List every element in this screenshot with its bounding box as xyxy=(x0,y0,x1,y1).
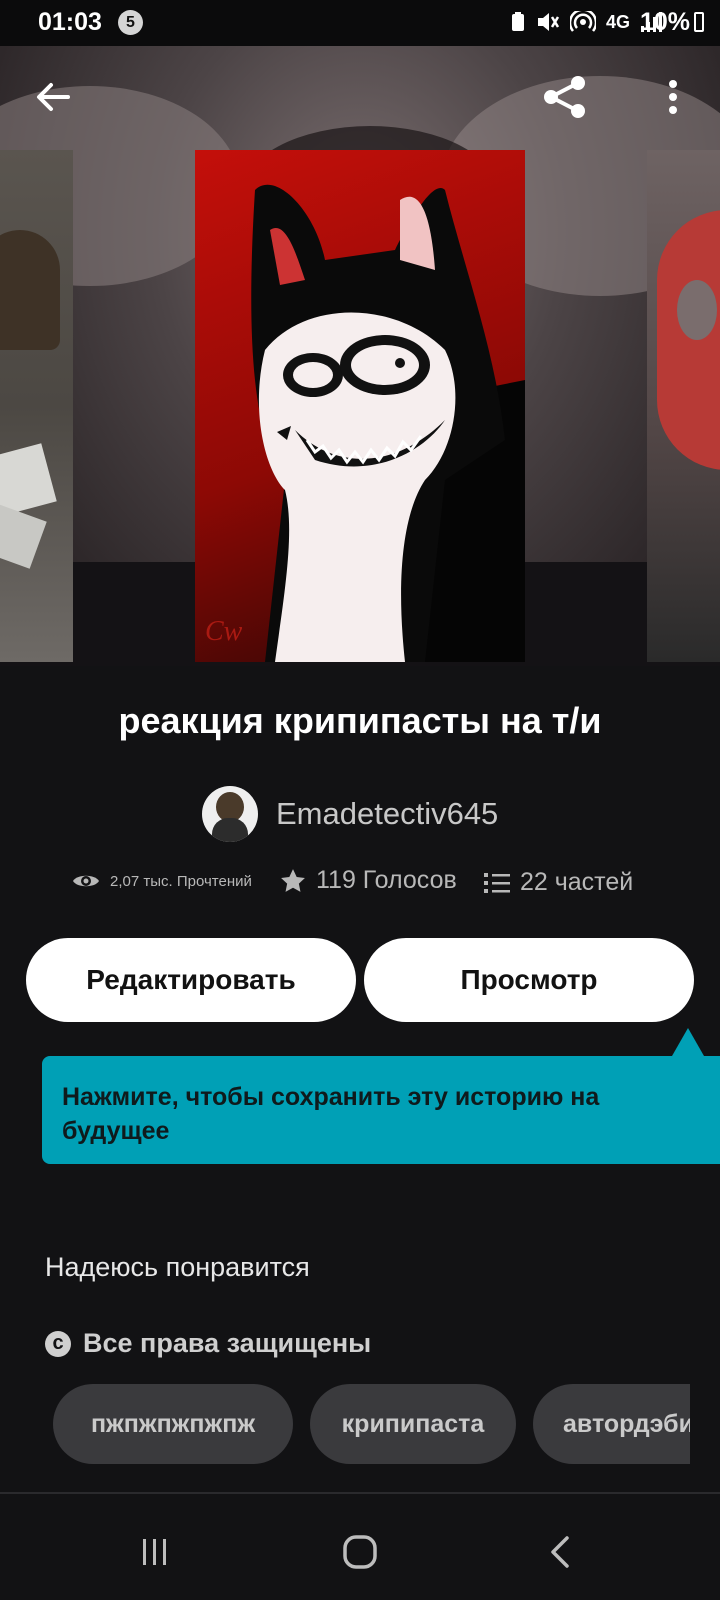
cover-carousel[interactable]: Cw xyxy=(0,46,720,666)
votes-stat: 119 Голосов xyxy=(280,866,457,895)
eye-icon xyxy=(73,875,99,887)
share-icon xyxy=(544,76,585,118)
author-link[interactable]: Emadetectiv645 xyxy=(202,786,498,842)
save-story-tooltip[interactable]: Нажмите, чтобы сохранить эту историю на … xyxy=(42,1056,720,1164)
back-button[interactable] xyxy=(28,72,78,122)
battery-saver-icon xyxy=(511,12,524,31)
status-bar: 01:03 5 4G 10% xyxy=(0,0,720,46)
cover-figure xyxy=(0,230,60,350)
votes-count: 119 Голосов xyxy=(316,866,457,894)
tag-chip[interactable]: крипипаста xyxy=(310,1384,516,1464)
more-options-button[interactable] xyxy=(648,72,698,122)
cover-paper xyxy=(0,443,57,517)
story-title: реакция крипипасты на т/и xyxy=(118,700,602,741)
cover-artwork: Cw xyxy=(205,184,525,662)
story-stats: 2,07 тыс. Прочтений 119 Голосов 22 часте… xyxy=(0,866,720,906)
cover-mask xyxy=(657,210,720,470)
next-story-cover[interactable] xyxy=(647,150,720,662)
cover-mask-hole xyxy=(677,280,717,340)
tag-chip[interactable]: пжпжпжпжпж xyxy=(53,1384,293,1464)
star-icon xyxy=(281,868,305,892)
story-description: Надеюсь понравится xyxy=(45,1252,310,1282)
home-button[interactable] xyxy=(330,1522,390,1582)
notification-count-badge: 5 xyxy=(118,10,143,35)
view-button[interactable]: Просмотр xyxy=(364,938,694,1022)
tooltip-arrow xyxy=(672,1028,704,1056)
avatar[interactable] xyxy=(202,786,258,842)
hotspot-icon xyxy=(569,11,596,32)
recent-apps-icon xyxy=(143,1539,166,1565)
story-cover[interactable]: Cw xyxy=(195,150,525,662)
copyright-label: Все права защищены xyxy=(83,1328,372,1358)
author-name[interactable]: Emadetectiv645 xyxy=(276,796,498,832)
status-time: 01:03 xyxy=(38,8,102,36)
chevron-left-icon xyxy=(551,1536,569,1568)
edit-button[interactable]: Редактировать xyxy=(26,938,356,1022)
reads-count: 2,07 тыс. Прочтений xyxy=(110,872,252,890)
copyright-icon: c xyxy=(45,1330,71,1357)
battery-level: 10% xyxy=(639,8,690,36)
more-vertical-icon xyxy=(669,80,677,114)
recent-apps-button[interactable] xyxy=(125,1522,185,1582)
prev-story-cover[interactable] xyxy=(0,150,73,662)
parts-stat: 22 частей xyxy=(484,868,633,897)
battery-icon xyxy=(694,12,704,32)
mute-icon xyxy=(537,13,560,31)
home-icon xyxy=(343,1535,377,1569)
system-nav-bar xyxy=(0,1494,720,1600)
cover-paper xyxy=(0,501,47,569)
parts-count: 22 частей xyxy=(520,868,634,896)
arrow-left-icon xyxy=(37,83,70,111)
avatar-body xyxy=(212,818,248,842)
copyright-notice: c Все права защищены xyxy=(45,1328,371,1359)
list-icon xyxy=(484,872,510,893)
tag-chip[interactable]: автордэбил xyxy=(533,1384,690,1464)
reads-stat: 2,07 тыс. Прочтений xyxy=(72,872,252,890)
tag-list: пжпжпжпжпж крипипаста автордэбил xyxy=(53,1384,690,1466)
svg-text:Cw: Cw xyxy=(205,616,243,647)
system-back-button[interactable] xyxy=(530,1522,590,1582)
share-button[interactable] xyxy=(540,72,590,122)
network-type: 4G xyxy=(605,11,630,32)
